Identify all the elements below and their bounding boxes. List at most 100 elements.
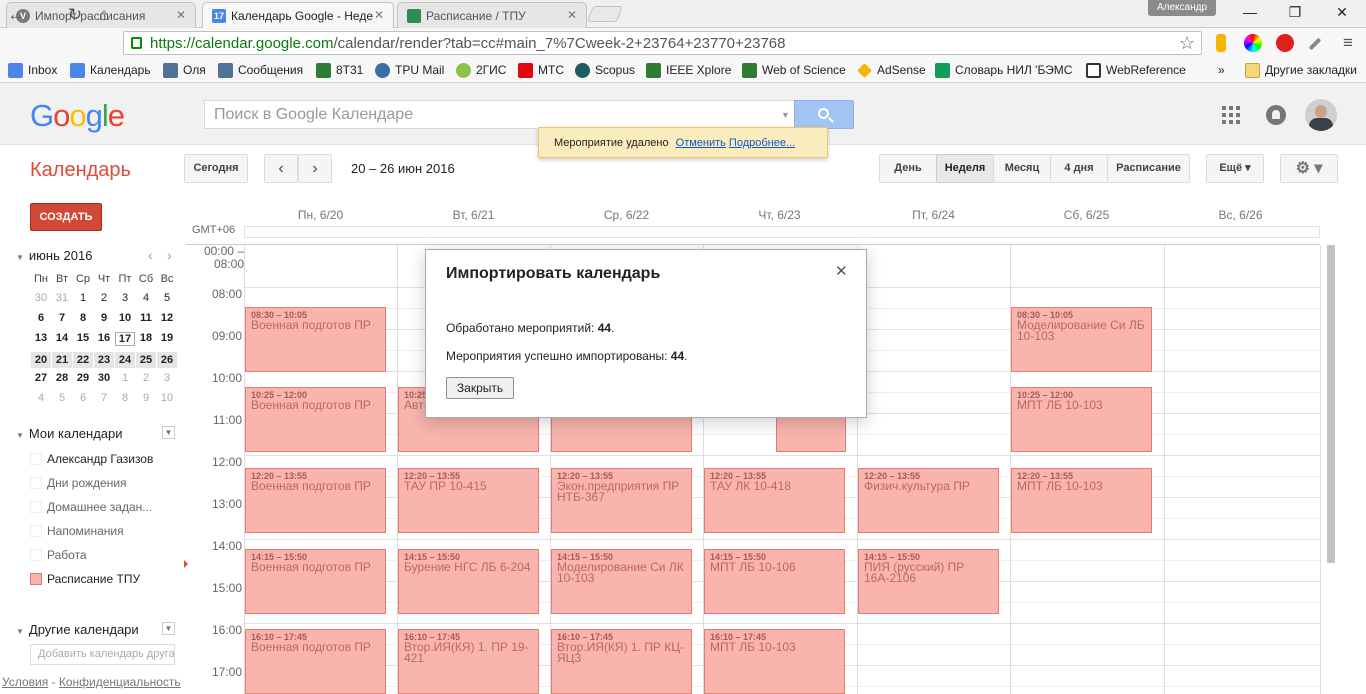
calendar-event[interactable]: 10:25 – 12:00 Военная подготов ПР	[245, 387, 386, 452]
today-button[interactable]: Сегодня	[184, 154, 248, 183]
bookmark-dictionary[interactable]: Словарь НИЛ 'БЭМС	[935, 63, 1072, 78]
next-week-button[interactable]: ›	[298, 154, 332, 183]
mini-day[interactable]: 24	[115, 352, 135, 368]
calendar-item-label[interactable]: Расписание ТПУ	[47, 572, 140, 586]
bookmark-scopus[interactable]: Scopus	[575, 63, 635, 78]
calendar-event[interactable]: 16:10 – 17:45 Втор.ИЯ(КЯ) 1. ПР КЦ-ЯЦ3	[551, 629, 692, 694]
notifications-bell-icon[interactable]	[1266, 105, 1286, 125]
mini-day[interactable]: 1	[115, 372, 135, 384]
mini-day[interactable]: 27	[31, 372, 51, 384]
mini-day[interactable]: 10	[157, 392, 177, 404]
calendar-color-swatch[interactable]	[30, 573, 42, 585]
day-header[interactable]: Пн, 6/20	[244, 208, 397, 222]
back-icon[interactable]: ←	[6, 5, 26, 25]
mini-day[interactable]: 5	[52, 392, 72, 404]
extension-key-icon[interactable]	[1216, 34, 1226, 52]
opera-icon[interactable]	[1276, 34, 1294, 52]
calendar-event[interactable]: 14:15 – 15:50 МПТ ЛБ 10-106	[704, 549, 845, 614]
mini-day[interactable]: 2	[94, 292, 114, 304]
terms-link[interactable]: Условия	[2, 675, 48, 689]
calendar-event[interactable]: 16:10 – 17:45 МПТ ЛБ 10-103	[704, 629, 845, 694]
calendar-event[interactable]: 14:15 – 15:50 Военная подготов ПР	[245, 549, 386, 614]
calendar-item-label[interactable]: Напоминания	[47, 524, 124, 538]
add-friend-calendar-input[interactable]: Добавить календарь друга	[30, 644, 175, 665]
tab-tpu-schedule[interactable]: Расписание / ТПУ ✕	[397, 2, 587, 28]
mini-day[interactable]: 29	[73, 372, 93, 384]
calendar-event[interactable]: 10:25 – 12:00 МПТ ЛБ 10-103	[1011, 387, 1152, 452]
view-day-button[interactable]: День	[879, 154, 937, 183]
close-icon[interactable]: ✕	[835, 262, 848, 280]
forward-icon[interactable]: →	[36, 5, 56, 25]
apps-grid-icon[interactable]	[1222, 106, 1240, 124]
toast-undo-link[interactable]: Отменить	[676, 137, 726, 149]
mini-day[interactable]: 15	[73, 332, 93, 344]
other-bookmarks[interactable]: Другие закладки	[1245, 63, 1357, 78]
bookmark-wos[interactable]: Web of Science	[742, 63, 846, 78]
calendar-event[interactable]: 08:30 – 10:05 Военная подготов ПР	[245, 307, 386, 372]
calendar-color-swatch[interactable]	[30, 501, 42, 513]
avatar[interactable]	[1305, 99, 1337, 131]
calendar-title[interactable]: Календарь	[30, 159, 131, 182]
mini-day[interactable]: 8	[73, 312, 93, 324]
mini-prev-icon[interactable]: ‹	[148, 247, 153, 263]
calendar-event[interactable]: 12:20 – 13:55 Экон.предприятия ПР НТБ-367	[551, 468, 692, 533]
more-button[interactable]: Ещё ▾	[1206, 154, 1264, 183]
prev-week-button[interactable]: ‹	[264, 154, 298, 183]
bookmark-star-icon[interactable]: ☆	[1179, 33, 1195, 54]
calendar-item-label[interactable]: Александр Газизов	[47, 452, 153, 466]
calendar-item-label[interactable]: Дни рождения	[47, 476, 127, 490]
close-tab-icon[interactable]: ✕	[374, 8, 384, 22]
mini-day[interactable]: 17	[115, 332, 135, 346]
all-day-row[interactable]	[244, 226, 1320, 238]
my-calendars-menu-icon[interactable]: ▼	[162, 426, 175, 439]
mini-day[interactable]: 16	[94, 332, 114, 344]
bookmark-webreference[interactable]: WebReference	[1086, 63, 1186, 78]
bookmark-calendar[interactable]: Календарь	[70, 63, 151, 78]
mini-day[interactable]: 14	[52, 332, 72, 344]
view-agenda-button[interactable]: Расписание	[1107, 154, 1190, 183]
home-icon[interactable]: ⌂	[94, 5, 114, 25]
create-button[interactable]: СОЗДАТЬ	[30, 203, 102, 231]
bookmark-messages[interactable]: Сообщения	[218, 63, 303, 78]
mini-day[interactable]: 7	[52, 312, 72, 324]
my-calendars-header[interactable]: ▼ Мои календари	[16, 426, 123, 441]
calendar-event[interactable]: 16:10 – 17:45 Военная подготов ПР	[245, 629, 386, 694]
calendar-event[interactable]: 08:30 – 10:05 Моделирование Си ЛБ 10-103	[1011, 307, 1152, 372]
calendar-item-label[interactable]: Домашнее задан...	[47, 500, 152, 514]
mini-day[interactable]: 20	[31, 352, 51, 368]
calendar-event[interactable]: 12:20 – 13:55 ТАУ ЛК 10-418	[704, 468, 845, 533]
mini-day[interactable]: 9	[94, 312, 114, 324]
calendar-event[interactable]: 12:20 – 13:55 ТАУ ПР 10-415	[398, 468, 539, 533]
calendar-color-swatch[interactable]	[30, 477, 42, 489]
mini-day[interactable]: 25	[136, 352, 156, 368]
close-tab-icon[interactable]: ✕	[567, 8, 577, 22]
bookmark-olya[interactable]: Оля	[163, 63, 206, 78]
search-options-icon[interactable]: ▼	[781, 110, 790, 120]
close-dialog-button[interactable]: Закрыть	[446, 377, 514, 399]
mini-day[interactable]: 30	[94, 372, 114, 384]
mini-day[interactable]: 31	[52, 292, 72, 304]
mini-day[interactable]: 23	[94, 352, 114, 368]
mini-day[interactable]: 7	[94, 392, 114, 404]
day-header[interactable]: Вт, 6/21	[397, 208, 550, 222]
tab-google-calendar[interactable]: 17 Календарь Google - Неде ✕	[202, 2, 394, 29]
mini-day[interactable]: 12	[157, 312, 177, 324]
google-logo[interactable]: Google	[30, 98, 125, 134]
collapse-icon[interactable]: ▼	[16, 253, 24, 262]
mini-day[interactable]: 6	[73, 392, 93, 404]
new-tab-button[interactable]	[587, 6, 623, 22]
calendar-color-swatch[interactable]	[30, 525, 42, 537]
mini-day[interactable]: 30	[31, 292, 51, 304]
close-window-icon[interactable]: ✕	[1332, 4, 1352, 21]
day-header[interactable]: Чт, 6/23	[703, 208, 856, 222]
day-header[interactable]: Вс, 6/26	[1164, 208, 1317, 222]
grid-scrollbar[interactable]	[1327, 245, 1335, 563]
calendar-event[interactable]: 14:15 – 15:50 Бурение НГС ЛБ 6-204	[398, 549, 539, 614]
bookmark-2gis[interactable]: 2ГИС	[456, 63, 506, 78]
privacy-link[interactable]: Конфиденциальность	[59, 675, 181, 689]
mini-day[interactable]: 28	[52, 372, 72, 384]
menu-icon[interactable]: ≡	[1338, 33, 1358, 53]
settings-button[interactable]: ⚙ ▾	[1280, 154, 1338, 183]
mini-day[interactable]: 22	[73, 352, 93, 368]
search-button[interactable]	[794, 100, 854, 129]
